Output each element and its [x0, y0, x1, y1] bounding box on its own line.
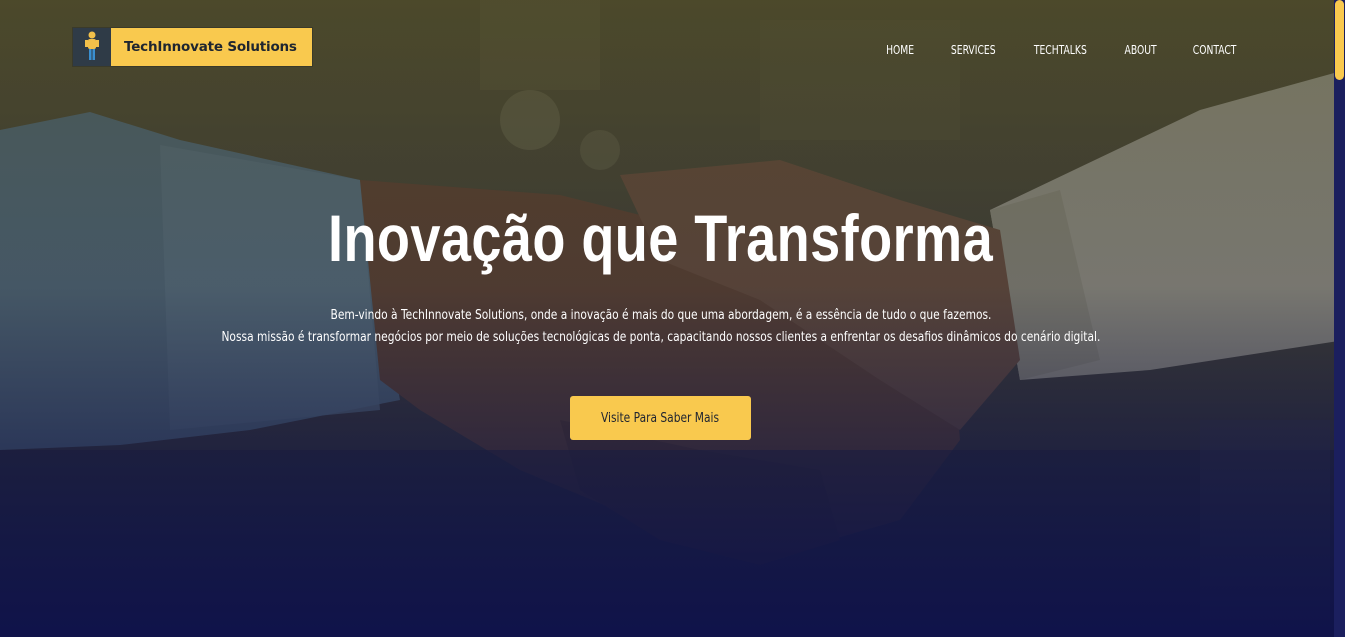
hero-text-line-2: Nossa missão é transformar negócios por … [221, 330, 1101, 345]
brand-name: TechInnovate Solutions [124, 39, 297, 55]
brand-logo[interactable]: TechInnovate Solutions [72, 27, 313, 67]
nav-about[interactable]: ABOUT [1124, 42, 1156, 57]
hero-text-line-1: Bem-vindo à TechInnovate Solutions, onde… [330, 308, 992, 323]
page-scrollbar[interactable] [1334, 0, 1345, 637]
page: TechInnovate Solutions HOME SERVICES TEC… [0, 0, 1345, 637]
cta-button[interactable]: Visite Para Saber Mais [570, 396, 751, 440]
robot-figure-icon [73, 28, 111, 66]
hero-title-text: Inovação que Transforma [328, 201, 994, 275]
hero-title: Inovação que Transforma [0, 200, 1322, 276]
nav-home[interactable]: HOME [886, 42, 914, 57]
nav-services[interactable]: SERVICES [950, 42, 995, 57]
cta-button-label: Visite Para Saber Mais [601, 410, 720, 426]
nav-techtalks[interactable]: TECHTALKS [1034, 42, 1087, 57]
scrollbar-thumb[interactable] [1335, 0, 1344, 80]
hero-description: Bem-vindo à TechInnovate Solutions, onde… [0, 305, 1322, 349]
main-nav: HOME SERVICES TECHTALKS ABOUT CONTACT [883, 42, 1241, 57]
nav-contact[interactable]: CONTACT [1193, 42, 1237, 57]
